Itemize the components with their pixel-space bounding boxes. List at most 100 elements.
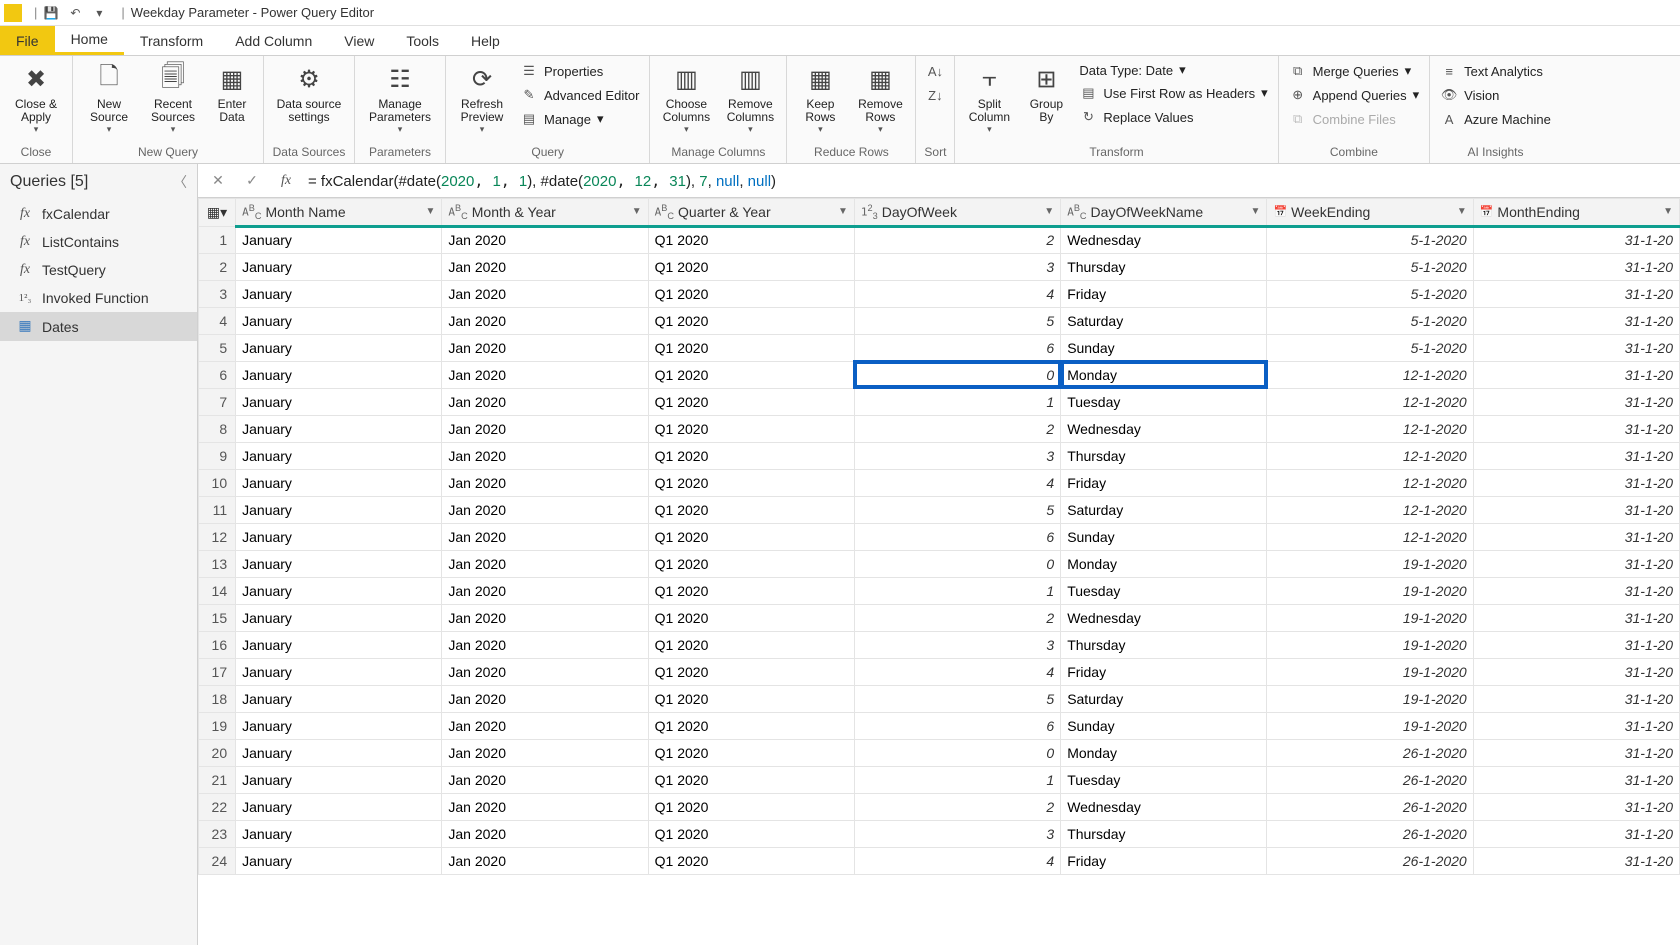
cell-down[interactable]: Wednesday [1061, 226, 1267, 253]
datatype-icon[interactable]: ABC [1067, 203, 1086, 221]
cell-monthending[interactable]: 31-1-20 [1473, 496, 1679, 523]
cell-dow[interactable]: 2 [854, 793, 1060, 820]
enter-data-button[interactable]: ▦ EnterData [207, 58, 257, 128]
tab-tools[interactable]: Tools [390, 26, 455, 55]
cell-monthyear[interactable]: Jan 2020 [442, 523, 648, 550]
table-row[interactable]: 20JanuaryJan 2020Q1 20200Monday26-1-2020… [199, 739, 1680, 766]
filter-dropdown-icon[interactable]: ▼ [632, 206, 642, 217]
cell-qy[interactable]: Q1 2020 [648, 550, 854, 577]
cell-dow[interactable]: 6 [854, 334, 1060, 361]
cell-dow[interactable]: 3 [854, 820, 1060, 847]
row-number[interactable]: 22 [199, 793, 236, 820]
filter-dropdown-icon[interactable]: ▼ [1251, 206, 1261, 217]
row-number[interactable]: 20 [199, 739, 236, 766]
datatype-icon[interactable]: ABC [448, 203, 467, 221]
cell-dow[interactable]: 1 [854, 577, 1060, 604]
cell-down[interactable]: Thursday [1061, 253, 1267, 280]
redo-icon[interactable]: ▾ [91, 5, 107, 21]
cancel-formula-button[interactable]: ✕ [206, 169, 230, 193]
cell-monthname[interactable]: January [236, 307, 442, 334]
cell-monthname[interactable]: January [236, 496, 442, 523]
cell-monthyear[interactable]: Jan 2020 [442, 847, 648, 874]
manage-parameters-button[interactable]: ☷ ManageParameters ▾ [361, 58, 439, 139]
cell-qy[interactable]: Q1 2020 [648, 280, 854, 307]
cell-dow[interactable]: 1 [854, 388, 1060, 415]
replace-values-button[interactable]: ↻Replace Values [1075, 106, 1271, 128]
table-row[interactable]: 8JanuaryJan 2020Q1 20202Wednesday12-1-20… [199, 415, 1680, 442]
row-number[interactable]: 1 [199, 226, 236, 253]
choose-columns-button[interactable]: ▥ ChooseColumns ▾ [656, 58, 716, 139]
cell-qy[interactable]: Q1 2020 [648, 604, 854, 631]
cell-qy[interactable]: Q1 2020 [648, 766, 854, 793]
cell-monthending[interactable]: 31-1-20 [1473, 604, 1679, 631]
table-row[interactable]: 21JanuaryJan 2020Q1 20201Tuesday26-1-202… [199, 766, 1680, 793]
keep-rows-button[interactable]: ▦ KeepRows ▾ [793, 58, 847, 139]
cell-down[interactable]: Saturday [1061, 307, 1267, 334]
cell-monthending[interactable]: 31-1-20 [1473, 442, 1679, 469]
cell-monthyear[interactable]: Jan 2020 [442, 388, 648, 415]
cell-monthending[interactable]: 31-1-20 [1473, 361, 1679, 388]
cell-weekending[interactable]: 19-1-2020 [1267, 550, 1473, 577]
cell-down[interactable]: Sunday [1061, 712, 1267, 739]
row-number[interactable]: 15 [199, 604, 236, 631]
table-row[interactable]: 19JanuaryJan 2020Q1 20206Sunday19-1-2020… [199, 712, 1680, 739]
row-number[interactable]: 23 [199, 820, 236, 847]
cell-qy[interactable]: Q1 2020 [648, 334, 854, 361]
sidebar-item-fxcalendar[interactable]: fxfxCalendar [0, 200, 197, 228]
table-row[interactable]: 18JanuaryJan 2020Q1 20205Saturday19-1-20… [199, 685, 1680, 712]
row-number[interactable]: 8 [199, 415, 236, 442]
cell-dow[interactable]: 0 [854, 361, 1060, 388]
cell-dow[interactable]: 5 [854, 685, 1060, 712]
cell-monthending[interactable]: 31-1-20 [1473, 307, 1679, 334]
cell-monthname[interactable]: January [236, 712, 442, 739]
cell-dow[interactable]: 1 [854, 766, 1060, 793]
cell-down[interactable]: Sunday [1061, 334, 1267, 361]
cell-monthname[interactable]: January [236, 604, 442, 631]
cell-monthending[interactable]: 31-1-20 [1473, 523, 1679, 550]
cell-weekending[interactable]: 26-1-2020 [1267, 793, 1473, 820]
split-column-button[interactable]: ⫟ SplitColumn ▾ [961, 58, 1017, 139]
cell-monthyear[interactable]: Jan 2020 [442, 442, 648, 469]
cell-qy[interactable]: Q1 2020 [648, 496, 854, 523]
cell-dow[interactable]: 4 [854, 847, 1060, 874]
cell-monthname[interactable]: January [236, 550, 442, 577]
cell-dow[interactable]: 3 [854, 442, 1060, 469]
row-number[interactable]: 24 [199, 847, 236, 874]
cell-dow[interactable]: 2 [854, 415, 1060, 442]
cell-monthending[interactable]: 31-1-20 [1473, 631, 1679, 658]
table-row[interactable]: 17JanuaryJan 2020Q1 20204Friday19-1-2020… [199, 658, 1680, 685]
cell-monthname[interactable]: January [236, 631, 442, 658]
cell-monthending[interactable]: 31-1-20 [1473, 712, 1679, 739]
table-row[interactable]: 22JanuaryJan 2020Q1 20202Wednesday26-1-2… [199, 793, 1680, 820]
cell-dow[interactable]: 6 [854, 712, 1060, 739]
cell-down[interactable]: Friday [1061, 469, 1267, 496]
cell-down[interactable]: Saturday [1061, 496, 1267, 523]
cell-dow[interactable]: 2 [854, 604, 1060, 631]
row-number[interactable]: 11 [199, 496, 236, 523]
refresh-preview-button[interactable]: ⟳ RefreshPreview ▾ [452, 58, 512, 139]
collapse-sidebar-icon[interactable]: 〈 [173, 172, 187, 192]
cell-monthyear[interactable]: Jan 2020 [442, 469, 648, 496]
cell-monthname[interactable]: January [236, 820, 442, 847]
datatype-icon[interactable]: ABC [242, 203, 261, 221]
cell-dow[interactable]: 5 [854, 307, 1060, 334]
row-number[interactable]: 17 [199, 658, 236, 685]
undo-icon[interactable]: ↶ [67, 5, 83, 21]
new-source-button[interactable]: 🗋 NewSource ▾ [79, 58, 139, 139]
cell-monthname[interactable]: January [236, 523, 442, 550]
table-row[interactable]: 2JanuaryJan 2020Q1 20203Thursday5-1-2020… [199, 253, 1680, 280]
cell-monthyear[interactable]: Jan 2020 [442, 712, 648, 739]
table-row[interactable]: 4JanuaryJan 2020Q1 20205Saturday5-1-2020… [199, 307, 1680, 334]
cell-monthyear[interactable]: Jan 2020 [442, 253, 648, 280]
cell-monthname[interactable]: January [236, 793, 442, 820]
table-row[interactable]: 14JanuaryJan 2020Q1 20201Tuesday19-1-202… [199, 577, 1680, 604]
cell-qy[interactable]: Q1 2020 [648, 793, 854, 820]
table-row[interactable]: 13JanuaryJan 2020Q1 20200Monday19-1-2020… [199, 550, 1680, 577]
merge-queries-button[interactable]: ⧉Merge Queries ▾ [1285, 60, 1423, 82]
table-row[interactable]: 1JanuaryJan 2020Q1 20202Wednesday5-1-202… [199, 226, 1680, 253]
datatype-icon[interactable]: 📅 [1480, 205, 1494, 218]
cell-monthyear[interactable]: Jan 2020 [442, 739, 648, 766]
cell-monthyear[interactable]: Jan 2020 [442, 604, 648, 631]
filter-dropdown-icon[interactable]: ▼ [1044, 206, 1054, 217]
commit-formula-button[interactable]: ✓ [240, 169, 264, 193]
